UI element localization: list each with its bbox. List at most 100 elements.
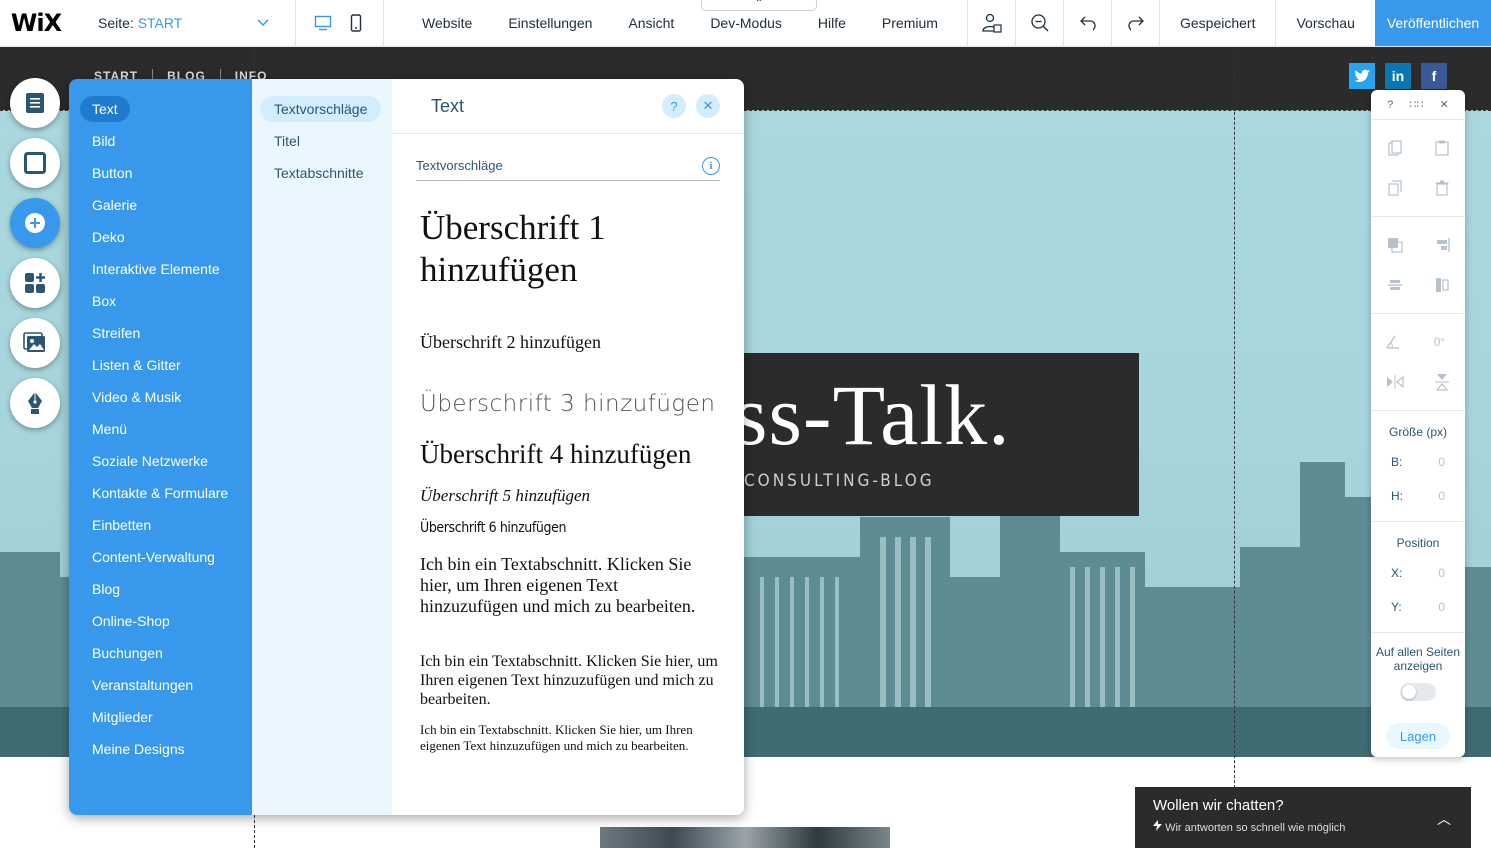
category-bookings[interactable]: Buchungen [69, 637, 252, 669]
preset-paragraph-3[interactable]: Ich bin ein Textabschnitt. Klicken Sie h… [420, 722, 720, 754]
category-cms[interactable]: Content-Verwaltung [69, 541, 252, 573]
rotate-icon[interactable] [1383, 332, 1403, 352]
subcategory-titles[interactable]: Titel [252, 125, 392, 157]
saved-button[interactable]: Gespeichert [1159, 0, 1275, 46]
category-video-music[interactable]: Video & Musik [69, 381, 252, 413]
site-title-box[interactable]: ss-Talk. CONSULTING-BLOG [740, 353, 1139, 516]
zoom-out-icon[interactable] [1015, 0, 1063, 46]
redo-icon[interactable] [1111, 0, 1159, 46]
blog-image[interactable] [600, 827, 890, 848]
rotation-value[interactable]: 0° [1426, 332, 1454, 352]
distribute-icon[interactable] [1385, 275, 1405, 295]
show-all-pages-toggle[interactable] [1400, 683, 1436, 701]
preset-heading-2[interactable]: Überschrift 2 hinzufügen [420, 332, 601, 353]
menu-view[interactable]: Ansicht [610, 15, 692, 31]
category-my-designs[interactable]: Meine Designs [69, 733, 252, 765]
menu-settings[interactable]: Einstellungen [490, 15, 610, 31]
category-gallery[interactable]: Galerie [69, 189, 252, 221]
subcategory-paragraphs[interactable]: Textabschnitte [252, 157, 392, 189]
duplicate-icon[interactable] [1385, 178, 1405, 198]
site-subtitle-text[interactable]: CONSULTING-BLOG [744, 471, 935, 491]
layers-button[interactable]: Lagen [1386, 723, 1450, 749]
x-value[interactable]: 0 [1438, 566, 1445, 580]
flip-horizontal-icon[interactable] [1385, 372, 1405, 392]
drag-handle-icon[interactable]: ∷∷ [1409, 98, 1423, 111]
chevron-down-icon [257, 16, 269, 30]
subcategory-text-suggestions[interactable]: Textvorschläge [252, 93, 392, 125]
category-button[interactable]: Button [69, 157, 252, 189]
site-title-text[interactable]: ss-Talk. [740, 365, 1011, 465]
category-embed[interactable]: Einbetten [69, 509, 252, 541]
chat-widget[interactable]: Wollen wir chatten? Wir antworten so sch… [1135, 787, 1471, 848]
facebook-icon[interactable]: f [1421, 63, 1447, 89]
layout-guide [1234, 47, 1235, 848]
y-value[interactable]: 0 [1438, 600, 1445, 614]
width-value[interactable]: 0 [1438, 455, 1445, 469]
help-icon[interactable]: ? [662, 94, 686, 118]
pages-menu-icon[interactable] [10, 78, 60, 128]
category-text[interactable]: Text [69, 93, 252, 125]
preset-heading-3[interactable]: Überschrift 3 hinzufügen [420, 391, 715, 417]
apps-icon[interactable] [10, 258, 60, 308]
inspector-help-icon[interactable]: ? [1387, 99, 1393, 111]
arrange-icon[interactable] [1385, 235, 1405, 255]
paste-icon[interactable] [1432, 138, 1452, 158]
add-elements-icon[interactable] [10, 198, 60, 248]
category-events[interactable]: Veranstaltungen [69, 669, 252, 701]
category-box[interactable]: Box [69, 285, 252, 317]
preset-heading-4[interactable]: Überschrift 4 hinzufügen [420, 439, 691, 470]
media-icon[interactable] [10, 318, 60, 368]
preset-paragraph-1[interactable]: Ich bin ein Textabschnitt. Klicken Sie h… [420, 554, 720, 617]
height-field[interactable]: H: 0 [1371, 479, 1465, 513]
category-decor[interactable]: Deko [69, 221, 252, 253]
category-members[interactable]: Mitglieder [69, 701, 252, 733]
category-menu[interactable]: Menü [69, 413, 252, 445]
flip-vertical-icon[interactable] [1432, 372, 1452, 392]
category-strip[interactable]: Streifen [69, 317, 252, 349]
match-size-icon[interactable] [1432, 275, 1452, 295]
background-icon[interactable] [10, 138, 60, 188]
dev-mode-tab[interactable]: ⌃ [701, 0, 817, 11]
width-field[interactable]: B: 0 [1371, 445, 1465, 479]
device-switcher [296, 0, 384, 46]
lightning-icon [1153, 820, 1165, 834]
category-contact-forms[interactable]: Kontakte & Formulare [69, 477, 252, 509]
clipboard-section [1371, 120, 1465, 217]
menu-premium[interactable]: Premium [864, 15, 956, 31]
wix-logo[interactable]: WiX [0, 0, 72, 46]
category-lists-grids[interactable]: Listen & Gitter [69, 349, 252, 381]
info-icon[interactable]: i [702, 156, 720, 175]
chevron-up-icon[interactable]: ︿ [1437, 809, 1451, 829]
menu-dev-mode[interactable]: Dev-Modus [692, 15, 800, 31]
desktop-icon[interactable] [312, 12, 334, 34]
preset-paragraph-2[interactable]: Ich bin ein Textabschnitt. Klicken Sie h… [420, 652, 730, 709]
inspector-close-icon[interactable]: ✕ [1440, 98, 1449, 111]
mobile-icon[interactable] [345, 12, 367, 34]
preview-button[interactable]: Vorschau [1275, 0, 1374, 46]
twitter-icon[interactable] [1349, 63, 1375, 89]
add-collaborator-icon[interactable] [967, 0, 1015, 46]
category-online-shop[interactable]: Online-Shop [69, 605, 252, 637]
preset-heading-6[interactable]: Überschrift 6 hinzufügen [420, 520, 566, 536]
publish-button[interactable]: Veröffentlichen [1375, 0, 1491, 46]
align-right-icon[interactable] [1432, 235, 1452, 255]
category-social[interactable]: Soziale Netzwerke [69, 445, 252, 477]
category-interactive[interactable]: Interaktive Elemente [69, 253, 252, 285]
delete-icon[interactable] [1432, 178, 1452, 198]
close-icon[interactable]: ✕ [696, 94, 720, 118]
height-value[interactable]: 0 [1438, 489, 1445, 503]
undo-icon[interactable] [1063, 0, 1111, 46]
menu-help[interactable]: Hilfe [800, 15, 864, 31]
preset-heading-5[interactable]: Überschrift 5 hinzufügen [420, 486, 590, 506]
y-field[interactable]: Y: 0 [1371, 590, 1465, 624]
category-blog[interactable]: Blog [69, 573, 252, 605]
pen-blog-icon[interactable] [10, 378, 60, 428]
x-field[interactable]: X: 0 [1371, 556, 1465, 590]
preset-heading-1[interactable]: Überschrift 1 hinzufügen [420, 207, 720, 291]
page-selector[interactable]: Seite: START [72, 0, 296, 46]
copy-icon[interactable] [1385, 138, 1405, 158]
size-section: Größe (px) B: 0 H: 0 [1371, 411, 1465, 522]
category-image[interactable]: Bild [69, 125, 252, 157]
linkedin-icon[interactable]: in [1385, 63, 1411, 89]
menu-website[interactable]: Website [404, 15, 490, 31]
